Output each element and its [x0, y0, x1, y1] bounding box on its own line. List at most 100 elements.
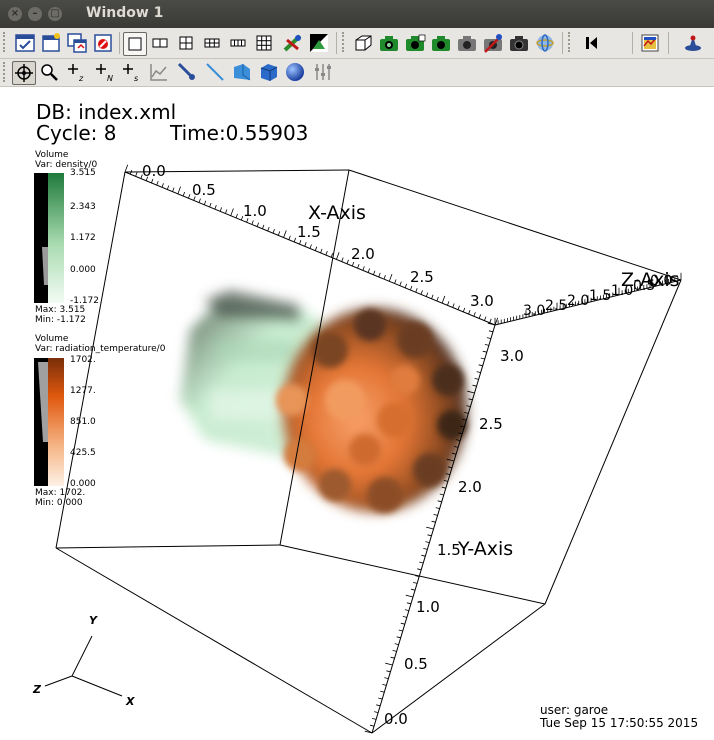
y-tick-label: 3.0	[500, 347, 524, 365]
axis-tick-mark	[373, 270, 376, 275]
triad-x-label: X	[126, 695, 135, 708]
legend-temperature-min: Min: 0.000	[35, 498, 83, 508]
cycle-label: Cycle: 8	[36, 121, 117, 145]
z-tick-label: 3.0	[523, 303, 546, 319]
x-tick-label: 2.5	[410, 268, 434, 286]
axis-tick-mark	[433, 514, 438, 516]
axis-tick-mark	[419, 561, 424, 564]
y-tick-label: 1.0	[416, 598, 440, 616]
axis-tick-mark	[256, 222, 260, 227]
axis-tick-mark	[262, 224, 265, 229]
axis-tick-mark	[443, 480, 448, 482]
axis-tick-mark	[172, 187, 175, 192]
z-tick-label: 0.0	[650, 273, 673, 289]
render-date: Tue Sep 15 17:50:55 2015	[540, 716, 699, 730]
axis-tick-mark	[478, 314, 482, 319]
axis-tick-mark	[372, 718, 377, 720]
legend-density-tick: 0.000	[70, 265, 96, 275]
axis-tick-mark	[402, 616, 407, 618]
axis-tick-mark	[214, 205, 217, 210]
axis-tick-mark	[494, 317, 499, 326]
axis-tick-mark	[476, 371, 481, 373]
axis-tick-mark	[325, 250, 328, 256]
x-axis-title: X-Axis	[308, 202, 366, 224]
axis-tick-mark	[267, 226, 270, 232]
axis-tick-mark	[198, 198, 201, 203]
axis-tick-mark	[441, 295, 446, 304]
axis-tick-mark	[367, 268, 371, 273]
axis-tick-mark	[396, 636, 401, 639]
axis-tick-mark	[452, 303, 455, 308]
legend-density-tick: 2.343	[70, 202, 96, 212]
triad-z-label: Z	[33, 683, 41, 696]
axis-tick-mark	[383, 274, 386, 280]
axis-tick-mark	[427, 534, 432, 537]
axis-tick-mark	[399, 281, 402, 286]
axis-tick-mark	[314, 246, 318, 251]
axis-tick-mark	[415, 288, 418, 293]
y-tick-label: 2.0	[458, 478, 482, 496]
z-tick-label: 2.0	[567, 293, 590, 309]
legend-temperature-tick: 425.5	[70, 448, 96, 458]
axis-tick-mark	[467, 390, 475, 394]
legend-density-max: Max: 3.515	[35, 305, 86, 315]
legend-temperature-tick: 851.0	[70, 417, 96, 427]
axis-tick-mark	[166, 185, 170, 190]
axis-tick-mark	[369, 724, 375, 727]
axis-tick-mark	[486, 337, 491, 339]
axis-tick-mark	[386, 670, 391, 673]
axis-tick-mark	[439, 493, 444, 496]
legend-temperature-tick: 1702.	[70, 355, 96, 365]
axis-tick-mark	[406, 602, 412, 605]
x-tick-label: 0.5	[192, 181, 216, 199]
z-tick-label: 2.5	[545, 298, 568, 314]
axis-tick-mark	[188, 194, 191, 199]
axis-tick-mark	[426, 526, 434, 530]
legend-temperature-colorbar	[34, 358, 64, 486]
axis-tick-mark	[374, 711, 379, 713]
axis-tick-mark	[421, 554, 426, 557]
axis-tick-mark	[346, 259, 349, 264]
axis-tick-mark	[473, 312, 476, 317]
y-tick-label: 1.5	[437, 541, 461, 559]
axis-tick-mark	[484, 316, 487, 321]
legend-temperature-max: Max: 1702.	[35, 488, 86, 498]
triad-y-label: Y	[89, 614, 97, 627]
axis-tick-mark	[382, 684, 387, 686]
axis-tick-mark	[420, 290, 423, 295]
axis-tick-mark	[392, 650, 397, 652]
axis-tick-mark	[378, 272, 381, 278]
legend-density-plot: Volume	[35, 150, 69, 160]
legend-density-tick: 1.172	[70, 233, 96, 243]
axis-tick-mark	[400, 622, 405, 625]
axis-tick-mark	[468, 398, 473, 401]
axis-tick-mark	[435, 507, 440, 509]
x-tick-label: 1.5	[297, 223, 321, 241]
axis-tick-mark	[484, 344, 489, 346]
axis-tick-mark	[161, 183, 164, 188]
axis-tick-mark	[405, 594, 414, 598]
axis-tick-mark	[124, 164, 129, 173]
axis-tick-mark	[225, 209, 228, 214]
axis-tick-mark	[182, 191, 186, 197]
axis-tick-mark	[431, 294, 434, 299]
axis-tick-mark	[474, 378, 479, 380]
axis-tick-mark	[203, 200, 207, 205]
axis-tick-mark	[380, 690, 385, 693]
legend-temperature-tick: 1277.	[70, 386, 96, 396]
axis-tick-mark	[177, 186, 181, 194]
axis-tick-mark	[357, 264, 360, 269]
legend-temperature-plot: Volume	[35, 334, 69, 344]
axis-tick-mark	[341, 257, 344, 262]
axis-tick-mark	[235, 213, 238, 219]
axis-tick-mark	[413, 582, 418, 584]
axis-tick-mark	[410, 285, 413, 291]
axis-tick-mark	[390, 656, 395, 659]
axis-tick-mark	[288, 235, 291, 240]
axis-tick-mark	[423, 548, 428, 550]
axis-tick-mark	[398, 629, 403, 632]
x-tick-label: 2.0	[351, 245, 375, 263]
axis-tick-mark	[219, 207, 223, 212]
axis-tick-mark	[482, 350, 487, 353]
x-tick-label: 3.0	[470, 292, 494, 310]
